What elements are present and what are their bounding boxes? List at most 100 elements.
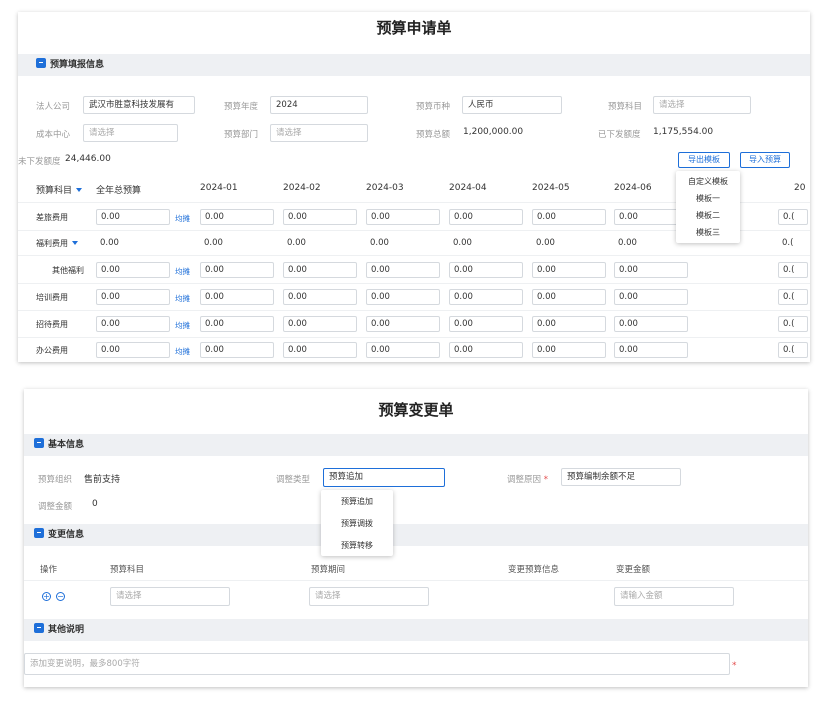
- month-input[interactable]: 0.00: [366, 342, 440, 358]
- month-value: 0.00: [453, 238, 472, 248]
- cost-center-select[interactable]: 请选择: [83, 124, 178, 142]
- avg-link[interactable]: 均摊: [175, 346, 190, 357]
- currency-field[interactable]: 人民币: [462, 96, 562, 114]
- annual-total-input[interactable]: 0.00: [96, 209, 170, 225]
- reason-label-text: 调整原因: [507, 475, 542, 485]
- month-input[interactable]: 0.(: [778, 209, 808, 225]
- menu-item-template-3[interactable]: 模板三: [676, 227, 740, 238]
- month-value: 0.00: [536, 238, 555, 248]
- header-change-info: 变更预算信息: [508, 565, 560, 575]
- annual-total-input[interactable]: 0.00: [96, 262, 170, 278]
- budget-request-panel: 预算申请单 预算填报信息 法人公司 武汉市胜意科技发展有 预算年度 2024 预…: [18, 12, 810, 362]
- month-input[interactable]: 0.00: [200, 342, 274, 358]
- budget-change-panel: 预算变更单 基本信息 预算组织 售前支持 调整类型 预算追加 调整原因 * 预算…: [24, 389, 808, 687]
- company-field[interactable]: 武汉市胜意科技发展有: [83, 96, 195, 114]
- month-input[interactable]: 0.00: [532, 316, 606, 332]
- month-value: 0.00: [287, 238, 306, 248]
- month-input[interactable]: 0.00: [283, 289, 357, 305]
- header-annual-total: 全年总预算: [96, 186, 142, 196]
- month-input[interactable]: 0.00: [532, 342, 606, 358]
- month-input[interactable]: 0.(: [778, 342, 808, 358]
- header-month: 2024-05: [532, 183, 570, 193]
- month-input[interactable]: 0.00: [366, 262, 440, 278]
- avg-link[interactable]: 均摊: [175, 213, 190, 224]
- month-input[interactable]: 0.00: [449, 262, 523, 278]
- year-field[interactable]: 2024: [270, 96, 368, 114]
- menu-item-budget-add[interactable]: 预算追加: [321, 496, 393, 507]
- org-value: 售前支持: [84, 475, 121, 485]
- avg-link[interactable]: 均摊: [175, 293, 190, 304]
- menu-item-custom-template[interactable]: 自定义模板: [676, 176, 740, 187]
- row-subject[interactable]: 福利费用: [36, 238, 78, 249]
- change-note-textarea[interactable]: 添加变更说明，最多800字符: [24, 653, 730, 675]
- department-select[interactable]: 请选择: [270, 124, 368, 142]
- month-input[interactable]: 0.00: [449, 209, 523, 225]
- unissued-value: 24,446.00: [65, 154, 111, 164]
- month-input[interactable]: 0.00: [283, 209, 357, 225]
- menu-item-budget-allocate[interactable]: 预算调拨: [321, 518, 393, 529]
- row-subject: 其他福利: [52, 266, 84, 275]
- section-icon: [36, 58, 46, 68]
- month-input[interactable]: 0.00: [366, 316, 440, 332]
- month-input[interactable]: 0.00: [449, 316, 523, 332]
- type-dropdown-menu: 预算追加 预算调拨 预算转移: [321, 490, 393, 556]
- cost-center-label: 成本中心: [36, 130, 71, 140]
- header-month: 2024-03: [366, 183, 404, 193]
- export-template-button[interactable]: 导出模板: [678, 152, 730, 168]
- menu-item-budget-transfer[interactable]: 预算转移: [321, 540, 393, 551]
- month-input[interactable]: 0.(: [778, 289, 808, 305]
- annual-total-value: 0.00: [100, 238, 119, 248]
- month-input[interactable]: 0.00: [614, 289, 688, 305]
- month-input[interactable]: 0.00: [283, 316, 357, 332]
- annual-total-input[interactable]: 0.00: [96, 342, 170, 358]
- header-month: 2024-01: [200, 183, 238, 193]
- row-subject: 培训费用: [36, 293, 68, 302]
- reason-field[interactable]: 预算编制余额不足: [561, 468, 681, 486]
- subject-select[interactable]: 请选择: [110, 587, 230, 606]
- annual-total-input[interactable]: 0.00: [96, 316, 170, 332]
- import-budget-button[interactable]: 导入预算: [740, 152, 790, 168]
- month-input[interactable]: 0.00: [200, 209, 274, 225]
- month-input[interactable]: 0.00: [283, 262, 357, 278]
- section-header-fill: 预算填报信息: [18, 54, 810, 76]
- menu-item-template-2[interactable]: 模板二: [676, 210, 740, 221]
- type-select[interactable]: 预算追加: [323, 468, 445, 487]
- month-input[interactable]: 0.00: [532, 209, 606, 225]
- row-divider: [18, 337, 810, 338]
- issued-label: 已下发额度: [598, 130, 641, 140]
- month-input[interactable]: 0.00: [200, 262, 274, 278]
- avg-link[interactable]: 均摊: [175, 266, 190, 277]
- subject-select[interactable]: 请选择: [653, 96, 751, 114]
- month-input[interactable]: 0.(: [778, 262, 808, 278]
- month-input[interactable]: 0.00: [366, 209, 440, 225]
- section-title: 预算填报信息: [50, 60, 105, 70]
- month-input[interactable]: 0.00: [614, 342, 688, 358]
- section-header-change: 变更信息: [24, 524, 808, 546]
- month-input[interactable]: 0.00: [449, 289, 523, 305]
- add-row-icon[interactable]: +: [42, 592, 51, 601]
- menu-item-template-1[interactable]: 模板一: [676, 193, 740, 204]
- month-input[interactable]: 0.00: [366, 289, 440, 305]
- month-input[interactable]: 0.00: [200, 289, 274, 305]
- annual-total-input[interactable]: 0.00: [96, 289, 170, 305]
- amount-input[interactable]: 请输入金额: [614, 587, 734, 606]
- remove-row-icon[interactable]: −: [56, 592, 65, 601]
- reason-label: 调整原因 *: [507, 473, 548, 485]
- month-input[interactable]: 0.00: [200, 316, 274, 332]
- month-input[interactable]: 0.00: [449, 342, 523, 358]
- header-subject: 预算科目: [110, 565, 145, 575]
- month-input[interactable]: 0.(: [778, 316, 808, 332]
- month-input[interactable]: 0.00: [614, 316, 688, 332]
- header-subject[interactable]: 预算科目: [36, 183, 83, 196]
- type-label: 调整类型: [276, 475, 311, 485]
- section-header-other: 其他说明: [24, 619, 808, 641]
- avg-link[interactable]: 均摊: [175, 320, 190, 331]
- month-input[interactable]: 0.00: [532, 262, 606, 278]
- header-period: 预算期间: [311, 565, 346, 575]
- period-select[interactable]: 请选择: [309, 587, 429, 606]
- month-input[interactable]: 0.00: [614, 262, 688, 278]
- month-input[interactable]: 0.00: [283, 342, 357, 358]
- department-label: 预算部门: [224, 130, 259, 140]
- month-input[interactable]: 0.00: [532, 289, 606, 305]
- section-icon: [34, 623, 44, 633]
